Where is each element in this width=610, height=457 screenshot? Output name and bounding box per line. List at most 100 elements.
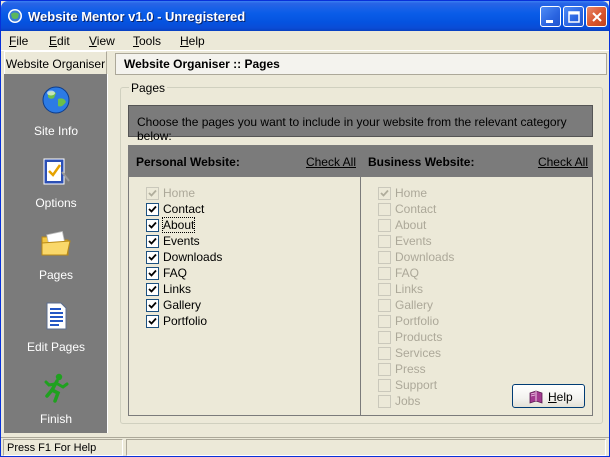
close-button[interactable] (586, 6, 607, 27)
maximize-button[interactable] (563, 6, 584, 27)
help-button[interactable]: Help (512, 384, 585, 408)
maximize-icon (568, 11, 580, 23)
nav-item-site-info[interactable]: Site Info (4, 74, 108, 146)
checkbox-label: Contact (163, 202, 205, 216)
checkbox-label: Portfolio (163, 314, 208, 328)
status-text: Press F1 For Help (7, 442, 97, 454)
checkbox-label: Press (395, 362, 426, 376)
document-icon (46, 302, 67, 330)
folder-icon (41, 231, 71, 256)
status-pane-main: Press F1 For Help (3, 439, 123, 456)
checkbox-label: Gallery (163, 298, 202, 312)
status-pane-secondary (126, 439, 606, 456)
business-website-column: Business Website: Check All Home Contact A… (360, 145, 593, 416)
checkbox-label: Links (395, 282, 424, 296)
title-bar[interactable]: Website Mentor v1.0 - Unregistered (1, 1, 609, 31)
personal-website-column: Personal Website: Check All Home Contact A… (128, 145, 361, 416)
checkbox-label: Downloads (163, 250, 223, 264)
checkbox-box (378, 235, 391, 248)
checkbox-label: Home (163, 186, 196, 200)
checkbox-box (378, 331, 391, 344)
checkbox-box (378, 283, 391, 296)
nav-panel: Site Info Options Pages Edit Pages Finis… (4, 74, 108, 433)
checkbox-box (378, 363, 391, 376)
checkbox-box (378, 267, 391, 280)
checkmark-icon (148, 189, 157, 197)
personal-column-header: Personal Website: Check All (129, 146, 360, 177)
checkbox-label: Support (395, 378, 438, 392)
checkbox-box (378, 379, 391, 392)
checkmark-icon (380, 189, 389, 197)
checklist-icon (43, 158, 70, 185)
checkbox-box[interactable] (146, 203, 159, 216)
checkmark-icon (148, 237, 157, 245)
business-column-header: Business Website: Check All (361, 146, 592, 177)
checkbox-box (378, 203, 391, 216)
checkbox-label: FAQ (163, 266, 188, 280)
page-title-bar: Website Organiser :: Pages (115, 53, 607, 75)
checkbox-box[interactable] (146, 299, 159, 312)
pages-group-label: Pages (129, 81, 168, 95)
menu-view[interactable]: View (89, 34, 115, 48)
checkbox-box (378, 219, 391, 232)
checkbox-label: Home (395, 186, 428, 200)
checkbox-label: Events (163, 234, 200, 248)
checkbox-box[interactable] (146, 251, 159, 264)
globe-icon (42, 86, 70, 114)
checkbox-box (378, 395, 391, 408)
checkmark-icon (148, 317, 157, 325)
book-icon (529, 390, 543, 404)
checkbox-box[interactable] (146, 219, 159, 232)
checkbox-label: Events (395, 234, 432, 248)
checkbox-box[interactable] (146, 267, 159, 280)
checkbox-label: Jobs (395, 394, 421, 408)
app-icon[interactable] (7, 8, 23, 24)
checkbox-box (378, 299, 391, 312)
checkbox-box (146, 187, 159, 200)
personal-column-title: Personal Website: (136, 155, 240, 169)
checkmark-icon (148, 205, 157, 213)
checkmark-icon (148, 301, 157, 309)
checkbox-label: Links (163, 282, 192, 296)
checkbox-box (378, 187, 391, 200)
checkmark-icon (148, 221, 157, 229)
personal-check-all-link[interactable]: Check All (306, 155, 356, 169)
nav-item-finish[interactable]: Finish (4, 362, 108, 434)
minimize-button[interactable] (540, 6, 561, 27)
checkmark-icon (148, 253, 157, 261)
menu-edit[interactable]: Edit (49, 34, 70, 48)
business-column-title: Business Website: (368, 155, 475, 169)
checkbox-label: Contact (395, 202, 437, 216)
checkmark-icon (148, 285, 157, 293)
checkbox-label: Services (395, 346, 442, 360)
checkbox-box[interactable] (146, 283, 159, 296)
instructions-panel: Choose the pages you want to include in … (128, 105, 593, 143)
checkbox-label: FAQ (395, 266, 420, 280)
menu-file[interactable]: File (9, 34, 28, 48)
menu-tools[interactable]: Tools (133, 34, 161, 48)
menu-help[interactable]: Help (180, 34, 205, 48)
nav-item-options[interactable]: Options (4, 146, 108, 218)
checkbox-label: About (161, 217, 196, 233)
running-man-icon (44, 373, 69, 403)
minimize-icon (546, 20, 553, 23)
checkmark-icon (148, 269, 157, 277)
status-bar: Press F1 For Help (1, 437, 609, 456)
checkbox-box[interactable] (146, 315, 159, 328)
business-check-all-link[interactable]: Check All (538, 155, 588, 169)
nav-item-pages[interactable]: Pages (4, 218, 108, 290)
menu-bar: File Edit View Tools Help (1, 31, 609, 50)
checkbox-label: Portfolio (395, 314, 440, 328)
checkbox-label: Downloads (395, 250, 455, 264)
checkbox-box (378, 251, 391, 264)
window-title: Website Mentor v1.0 - Unregistered (28, 9, 246, 24)
checkbox-label: Gallery (395, 298, 434, 312)
checkbox-box (378, 315, 391, 328)
checkbox-label: About (395, 218, 427, 232)
checkbox-box[interactable] (146, 235, 159, 248)
nav-tab-website-organiser[interactable]: Website Organiser (4, 51, 107, 74)
app-window: Website Mentor v1.0 - Unregistered File … (0, 0, 610, 457)
checkbox-box (378, 347, 391, 360)
checkbox-label: Products (395, 330, 443, 344)
nav-item-edit-pages[interactable]: Edit Pages (4, 290, 108, 362)
